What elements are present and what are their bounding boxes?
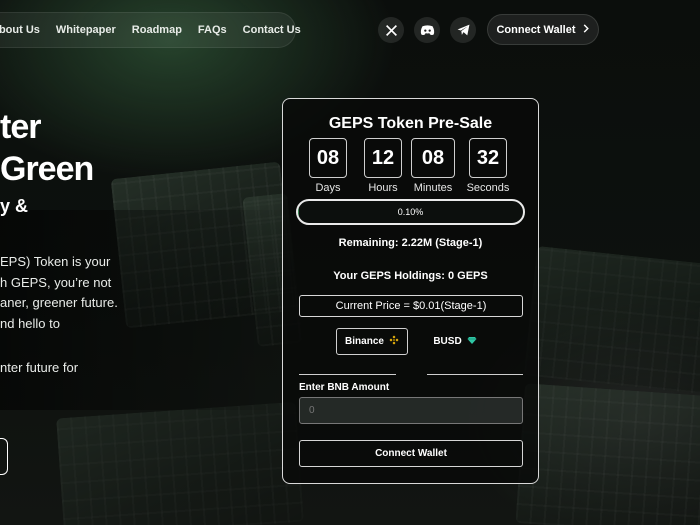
connect-wallet-label: Connect Wallet xyxy=(496,23,576,36)
bnb-amount-label: Enter BNB Amount xyxy=(299,382,390,393)
hero-button[interactable] xyxy=(0,438,8,475)
countdown-seconds: 32 xyxy=(469,138,507,178)
telegram-icon[interactable] xyxy=(450,17,476,43)
countdown-days-label: Days xyxy=(315,182,341,194)
pay-with-busd-button[interactable]: BUSD xyxy=(427,328,483,355)
hero-paragraph: EPS) Token is your h GEPS, you’re not an… xyxy=(0,252,118,334)
tab-underline-busd xyxy=(427,374,523,375)
hero-paragraph-line: aner, greener future. xyxy=(0,295,118,310)
bnb-amount-input[interactable] xyxy=(299,397,523,424)
hero-paragraph-line: EPS) Token is your xyxy=(0,254,111,269)
hero-subheading: y & xyxy=(0,196,29,216)
geps-holdings: Your GEPS Holdings: 0 GEPS xyxy=(333,270,488,282)
background-image xyxy=(523,245,700,395)
progress-percent: 0.10% xyxy=(397,207,424,217)
countdown-days: 08 xyxy=(309,138,347,178)
presale-title: GEPS Token Pre-Sale xyxy=(328,115,493,132)
countdown-seconds-label: Seconds xyxy=(466,182,510,194)
hero-heading-line-1: ter xyxy=(0,108,41,146)
top-nav: About Us Whitepaper Roadmap FAQs Contact… xyxy=(0,12,301,48)
countdown-minutes: 08 xyxy=(411,138,455,178)
pay-with-binance-button[interactable]: Binance xyxy=(336,328,408,355)
presale-progress-bar: 0.10% xyxy=(296,199,525,225)
nav-link-faqs[interactable]: FAQs xyxy=(198,24,227,36)
nav-link-contact-us[interactable]: Contact Us xyxy=(243,24,301,36)
pay-option-label: BUSD xyxy=(433,336,462,347)
remaining-tokens: Remaining: 2.22M (Stage-1) xyxy=(338,237,483,249)
binance-icon xyxy=(389,335,399,348)
countdown-hours: 12 xyxy=(364,138,402,178)
nav-link-whitepaper[interactable]: Whitepaper xyxy=(56,24,116,36)
hero-paragraph-line: nd hello to xyxy=(0,315,60,331)
card-connect-wallet-button[interactable]: Connect Wallet xyxy=(299,440,523,467)
busd-icon xyxy=(467,336,477,348)
presale-card: GEPS Token Pre-Sale 08 12 08 32 Days Hou… xyxy=(282,98,539,484)
x-icon[interactable] xyxy=(378,17,404,43)
hero-paragraph-line: h GEPS, you’re not xyxy=(0,274,112,290)
current-price: Current Price = $0.01(Stage-1) xyxy=(299,295,523,317)
chevron-right-icon xyxy=(582,23,590,36)
pay-option-label: Binance xyxy=(345,336,384,347)
nav-link-about-us[interactable]: About Us xyxy=(0,24,40,36)
background-image xyxy=(56,401,304,525)
discord-icon[interactable] xyxy=(414,17,440,43)
hero-heading-line-2: Green xyxy=(0,150,94,188)
nav-link-roadmap[interactable]: Roadmap xyxy=(132,24,182,36)
connect-wallet-button[interactable]: Connect Wallet xyxy=(487,14,599,45)
hero-paragraph-2: nter future for xyxy=(0,360,79,375)
tab-underline-binance xyxy=(299,374,396,375)
countdown-minutes-label: Minutes xyxy=(413,182,453,194)
background-image xyxy=(515,383,700,525)
